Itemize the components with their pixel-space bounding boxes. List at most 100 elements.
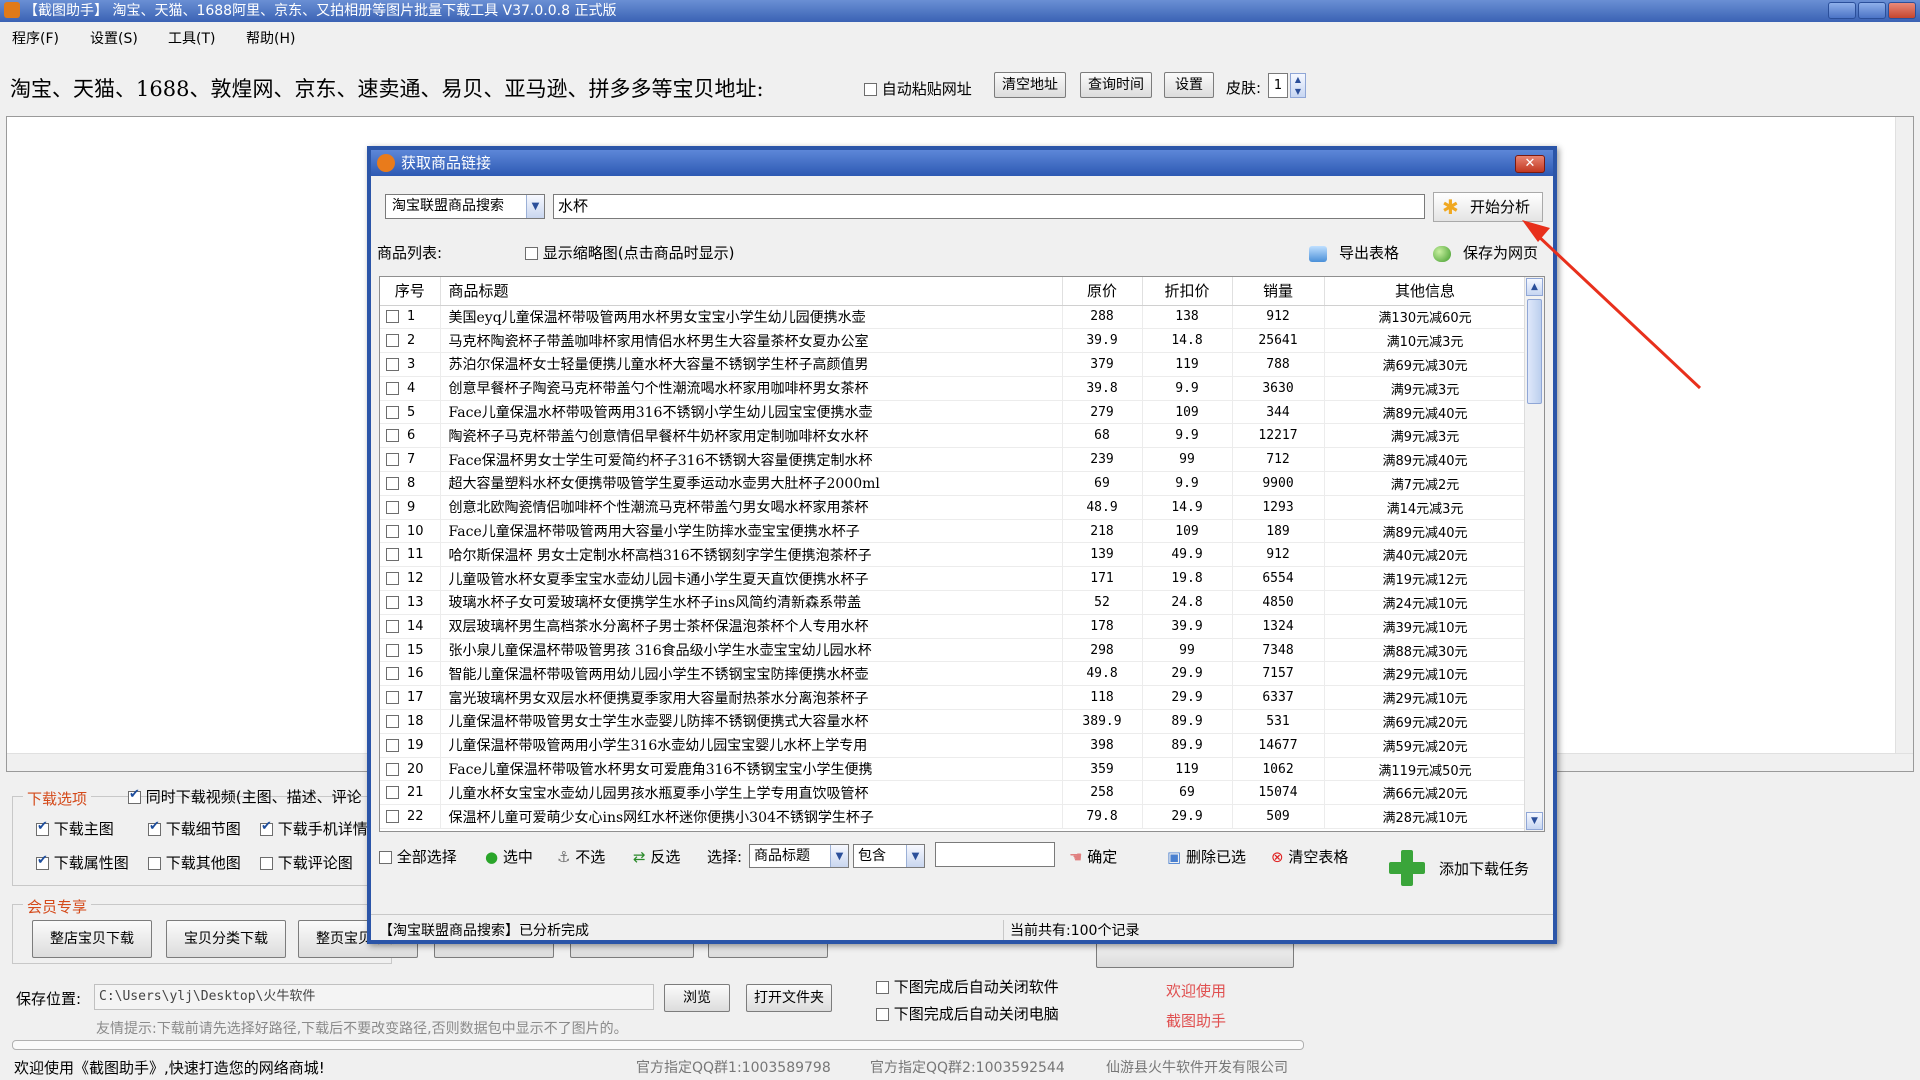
row-checkbox[interactable] <box>386 786 399 800</box>
menu-settings[interactable]: 设置(S) <box>78 26 156 48</box>
row-checkbox[interactable] <box>386 691 399 705</box>
add-download-task-button[interactable]: 添加下载任务 <box>1387 848 1547 888</box>
skin-spinner[interactable]: ▲ ▼ <box>1290 73 1306 98</box>
clear-url-button[interactable]: 清空地址 <box>994 72 1066 98</box>
query-time-button[interactable]: 查询时间 <box>1080 72 1152 98</box>
table-row[interactable]: 2 马克杯陶瓷杯子带盖咖啡杯家用情侣水杯男生大容量茶杯女夏办公室 39.9 14.8 2… <box>380 328 1527 354</box>
row-checkbox[interactable] <box>386 310 399 324</box>
table-row[interactable]: 3 苏泊尔保温杯女士轻量便携儿童水杯大容量不锈钢学生杯子高颜值男 379 119 788… <box>380 352 1527 377</box>
unselect-button[interactable]: ⚓ 不选 <box>557 846 605 867</box>
table-row[interactable]: 15 张小泉儿童保温杯带吸管男孩 316食品级小学生水壶宝宝幼儿园水杯 298 99 7… <box>380 638 1527 663</box>
other-img-option[interactable]: 下载其他图 <box>148 852 241 873</box>
browse-button[interactable]: 浏览 <box>664 984 730 1012</box>
table-row[interactable]: 13 玻璃水杯子女可爱玻璃杯女便携学生水杯子ins风简约清新森系带盖 52 24.8 4… <box>380 590 1527 615</box>
open-folder-button[interactable]: 打开文件夹 <box>746 984 832 1012</box>
table-row[interactable]: 21 儿童水杯女宝宝水壶幼儿园男孩水瓶夏季小学生上学专用直饮吸管杯 258 69 150… <box>380 780 1527 806</box>
sync-video-option[interactable]: 同时下载视频(主图、描述、评论 <box>128 786 362 807</box>
review-img-checkbox[interactable] <box>260 857 273 870</box>
table-row[interactable]: 14 双层玻璃杯男生高档茶水分离杯子男士茶杯保温泡茶杯个人专用水杯 178 39.9 1… <box>380 614 1527 639</box>
auto-close-app-option[interactable]: 下图完成后自动关闭软件 <box>876 976 1059 997</box>
scroll-up-icon[interactable]: ▲ <box>1526 278 1543 296</box>
sync-video-checkbox[interactable] <box>128 787 141 804</box>
mobile-detail-option[interactable]: 下载手机详情 <box>260 818 368 839</box>
row-checkbox[interactable] <box>386 667 399 681</box>
table-row[interactable]: 18 儿童保温杯带吸管男女士学生水壶婴儿防摔不锈钢便携式大容量水杯 389.9 89.… <box>380 709 1527 734</box>
review-img-option[interactable]: 下载评论图 <box>260 852 353 873</box>
clear-table-button[interactable]: ⊗ 清空表格 <box>1271 846 1348 867</box>
table-row[interactable]: 9 创意北欧陶瓷情侣咖啡杯个性潮流马克杯带盖勺男女喝水杯家用茶杯 48.9 14.9 1… <box>380 495 1527 520</box>
show-thumbnail-option[interactable]: 显示缩略图(点击商品时显示) <box>525 242 735 263</box>
field-select[interactable]: 商品标题 ▼ <box>749 844 849 868</box>
row-checkbox[interactable] <box>386 381 399 395</box>
category-download-button[interactable]: 宝贝分类下载 <box>166 920 286 958</box>
skin-input[interactable]: 1 <box>1268 73 1288 98</box>
main-img-option[interactable]: 下载主图 <box>36 818 114 839</box>
detail-img-option[interactable]: 下载细节图 <box>148 818 241 839</box>
source-select[interactable]: 淘宝联盟商品搜索 ▼ <box>385 194 545 219</box>
row-checkbox[interactable] <box>386 453 399 467</box>
row-checkbox[interactable] <box>386 548 399 562</box>
row-checkbox[interactable] <box>386 500 399 514</box>
row-checkbox[interactable] <box>386 572 399 586</box>
select-button[interactable]: ● 选中 <box>485 846 533 867</box>
row-checkbox[interactable] <box>386 643 399 657</box>
col-info[interactable]: 其他信息 <box>1324 277 1527 306</box>
row-checkbox[interactable] <box>386 405 399 419</box>
chevron-down-icon[interactable]: ▼ <box>906 845 924 867</box>
menu-help[interactable]: 帮助(H) <box>234 26 312 48</box>
mobile-detail-checkbox[interactable] <box>260 819 273 836</box>
save-as-web-button[interactable]: 保存为网页 <box>1433 242 1538 263</box>
export-table-button[interactable]: 导出表格 <box>1309 242 1399 263</box>
col-seq[interactable]: 序号 <box>380 277 441 306</box>
scroll-thumb[interactable] <box>1527 299 1542 404</box>
settings-button[interactable]: 设置 <box>1164 72 1214 98</box>
shop-download-button[interactable]: 整店宝贝下载 <box>32 920 152 958</box>
row-checkbox[interactable] <box>386 619 399 633</box>
scroll-down-icon[interactable]: ▼ <box>1526 812 1543 830</box>
auto-shutdown-option[interactable]: 下图完成后自动关闭电脑 <box>876 1003 1059 1024</box>
table-row[interactable]: 10 Face儿童保温杯带吸管两用大容量小学生防摔水壶宝宝便携水杯子 218 109 1… <box>380 519 1527 544</box>
col-title[interactable]: 商品标题 <box>440 277 1063 306</box>
row-checkbox[interactable] <box>386 738 399 752</box>
auto-close-app-checkbox[interactable] <box>876 981 889 994</box>
chevron-down-icon[interactable]: ▼ <box>526 195 544 218</box>
row-checkbox[interactable] <box>386 810 399 824</box>
table-row[interactable]: 11 哈尔斯保温杯 男女士定制水杯高档316不锈钢刻字学生便携泡茶杯子 139 49.… <box>380 542 1527 568</box>
table-row[interactable]: 16 智能儿童保温杯带吸管两用幼儿园小学生不锈钢宝宝防摔便携水杯壶 49.8 29.9… <box>380 661 1527 687</box>
auto-paste-option[interactable]: 自动粘贴网址 <box>864 78 972 99</box>
maximize-button[interactable] <box>1858 2 1886 19</box>
row-checkbox[interactable] <box>386 762 399 776</box>
confirm-button[interactable]: ☚ 确定 <box>1069 846 1117 867</box>
chevron-down-icon[interactable]: ▼ <box>830 845 848 867</box>
row-checkbox[interactable] <box>386 595 399 609</box>
main-vertical-scrollbar[interactable] <box>1895 117 1913 771</box>
row-checkbox[interactable] <box>386 476 399 490</box>
detail-img-checkbox[interactable] <box>148 819 161 836</box>
table-row[interactable]: 5 Face儿童保温水杯带吸管两用316不锈钢小学生幼儿园宝宝便携水壶 279 109… <box>380 400 1527 425</box>
table-row[interactable]: 22 保温杯儿童可爱萌少女心ins网红水杯迷你便携小304不锈钢学生杯子 79.8 2… <box>380 804 1527 830</box>
minimize-button[interactable] <box>1828 2 1856 19</box>
auto-shutdown-checkbox[interactable] <box>876 1008 889 1021</box>
attr-img-checkbox[interactable] <box>36 853 49 870</box>
menu-program[interactable]: 程序(F) <box>0 26 78 48</box>
main-img-checkbox[interactable] <box>36 819 49 836</box>
table-row[interactable]: 4 创意早餐杯子陶瓷马克杯带盖勺个性潮流喝水杯家用咖啡杯男女茶杯 39.8 9.9 36… <box>380 376 1527 401</box>
menu-tools[interactable]: 工具(T) <box>156 26 234 48</box>
table-row[interactable]: 7 Face保温杯男女士学生可爱简约杯子316不锈钢大容量便携定制水杯 239 99 7… <box>380 447 1527 473</box>
table-row[interactable]: 12 儿童吸管水杯女夏季宝宝水壶幼儿园卡通小学生夏天直饮便携水杯子 171 19.8 6… <box>380 566 1527 592</box>
table-row[interactable]: 19 儿童保温杯带吸管两用小学生316水壶幼儿园宝宝婴儿水杯上学专用 398 89.9… <box>380 733 1527 758</box>
table-row[interactable]: 20 Face儿童保温杯带吸管水杯男女可爱鹿角316不锈钢宝宝小学生便携 359 11… <box>380 757 1527 782</box>
col-discount[interactable]: 折扣价 <box>1142 277 1233 306</box>
start-analysis-button[interactable]: ✱ 开始分析 <box>1433 192 1543 222</box>
auto-paste-checkbox[interactable] <box>864 83 877 96</box>
attr-img-option[interactable]: 下载属性图 <box>36 852 129 873</box>
row-checkbox[interactable] <box>386 429 399 443</box>
table-row[interactable]: 1 美国eyq儿童保温杯带吸管两用水杯男女宝宝小学生幼儿园便携水壶 288 138 91… <box>380 305 1527 330</box>
match-select[interactable]: 包含 ▼ <box>853 844 925 868</box>
select-all-checkbox[interactable] <box>379 851 392 864</box>
match-text-input[interactable] <box>935 842 1055 867</box>
dialog-close-button[interactable]: ✕ <box>1515 155 1545 173</box>
save-path-field[interactable]: C:\Users\ylj\Desktop\火牛软件 <box>94 984 654 1010</box>
table-row[interactable]: 6 陶瓷杯子马克杯带盖勺创意情侣早餐杯牛奶杯家用定制咖啡杯女水杯 68 9.9 1221… <box>380 423 1527 449</box>
table-row[interactable]: 17 富光玻璃杯男女双层水杯便携夏季家用大容量耐热茶水分离泡茶杯子 118 29.9 6… <box>380 685 1527 711</box>
